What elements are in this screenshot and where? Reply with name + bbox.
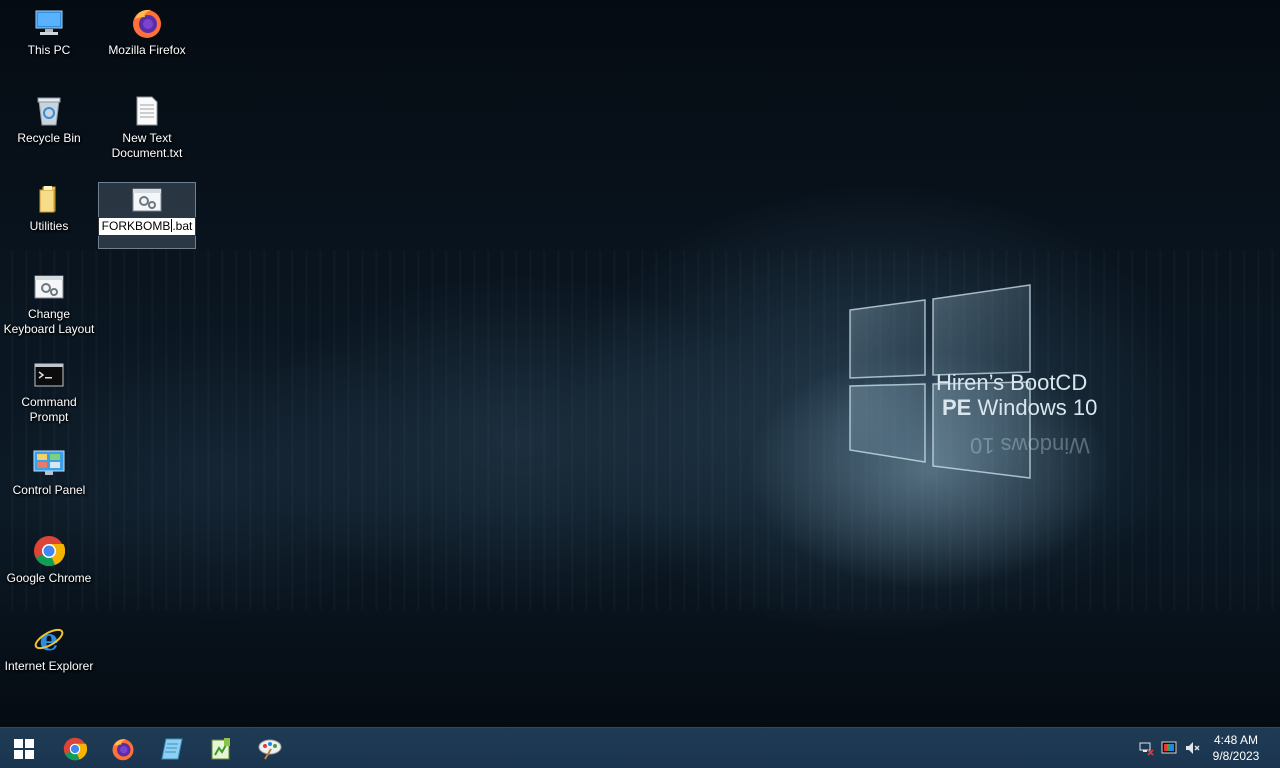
firefox-icon: [112, 738, 134, 760]
taskbar-notepad-plus[interactable]: [197, 728, 245, 768]
svg-text:e: e: [39, 623, 58, 655]
taskbar-chrome[interactable]: [51, 728, 99, 768]
desktop-icon-label: Recycle Bin: [17, 131, 81, 145]
desktop-icon-utilities[interactable]: Utilities: [0, 176, 98, 258]
desktop-icon-recycle-bin[interactable]: Recycle Bin: [0, 88, 98, 170]
desktop-icon-label: Control Panel: [12, 483, 86, 497]
folder-icon: [32, 182, 66, 216]
clock-time: 4:48 AM: [1213, 733, 1259, 747]
control-panel-icon: [32, 446, 66, 480]
text-file-icon: [130, 94, 164, 128]
desktop-icon-this-pc[interactable]: This PC: [0, 0, 98, 82]
internet-explorer-icon: e: [32, 622, 66, 656]
firefox-icon: [130, 6, 164, 40]
desktop-icon-new-text-document[interactable]: New Text Document.txt: [98, 88, 196, 170]
wallpaper-reflection: Windows 10: [970, 433, 1090, 458]
taskbar-notepad[interactable]: [148, 728, 196, 768]
chrome-icon: [32, 534, 66, 568]
clock-date: 9/8/2023: [1212, 749, 1260, 763]
desktop-icon-internet-explorer[interactable]: e Internet Explorer: [0, 616, 98, 698]
rename-input[interactable]: FORKBOMB .bat: [97, 217, 197, 236]
color-icon[interactable]: [1160, 739, 1178, 757]
rename-text-before: FORKBOMB: [101, 219, 171, 233]
desktop-icon-forkbomb-bat[interactable]: FORKBOMB .bat: [97, 182, 197, 249]
wallpaper-pe: PE: [942, 395, 972, 420]
batch-file-icon: [32, 270, 66, 304]
batch-file-icon: [130, 187, 164, 213]
desktop-icon-label: Utilities: [29, 219, 69, 233]
rename-text-after: .bat: [172, 219, 193, 233]
desktop-icon-label: Change Keyboard Layout: [3, 307, 95, 336]
desktop-icon-command-prompt[interactable]: Command Prompt: [0, 352, 98, 434]
command-prompt-icon: [32, 358, 66, 392]
wallpaper-subtitle: PE Windows 10: [942, 395, 1097, 421]
start-icon: [14, 738, 34, 759]
desktop[interactable]: Hiren’s BootCD PE Windows 10 Windows 10 …: [0, 0, 1280, 727]
recycle-bin-icon: [32, 94, 66, 128]
taskbar-paint[interactable]: [246, 728, 294, 768]
start-button[interactable]: [0, 728, 48, 768]
desktop-icon-google-chrome[interactable]: Google Chrome: [0, 528, 98, 610]
desktop-icon-label: Internet Explorer: [4, 659, 94, 673]
taskbar-firefox[interactable]: [99, 728, 147, 768]
chrome-icon: [63, 737, 87, 760]
desktop-icon-mozilla-firefox[interactable]: Mozilla Firefox: [98, 0, 196, 82]
notepad-plus-icon: [211, 737, 230, 759]
desktop-icon-label: New Text Document.txt: [111, 131, 183, 160]
desktop-icon-label: Google Chrome: [6, 571, 92, 585]
desktop-icon-label: This PC: [27, 43, 71, 57]
desktop-icon-label: Mozilla Firefox: [108, 43, 186, 57]
taskbar: 4:48 AM 9/8/2023: [0, 727, 1280, 768]
desktop-icon-change-keyboard-layout[interactable]: Change Keyboard Layout: [0, 264, 98, 346]
paint-icon: [258, 739, 282, 760]
notepad-icon: [161, 738, 183, 759]
desktop-icon-label: Command Prompt: [21, 395, 77, 424]
volume-muted-icon[interactable]: [1183, 739, 1201, 757]
computer-icon: [32, 6, 66, 40]
wallpaper-title: Hiren’s BootCD: [936, 370, 1088, 395]
network-icon[interactable]: [1137, 739, 1155, 757]
taskbar-clock[interactable]: 4:48 AM 9/8/2023: [1205, 732, 1267, 764]
wallpaper-windows: Windows 10: [971, 395, 1098, 420]
desktop-icon-control-panel[interactable]: Control Panel: [0, 440, 98, 522]
